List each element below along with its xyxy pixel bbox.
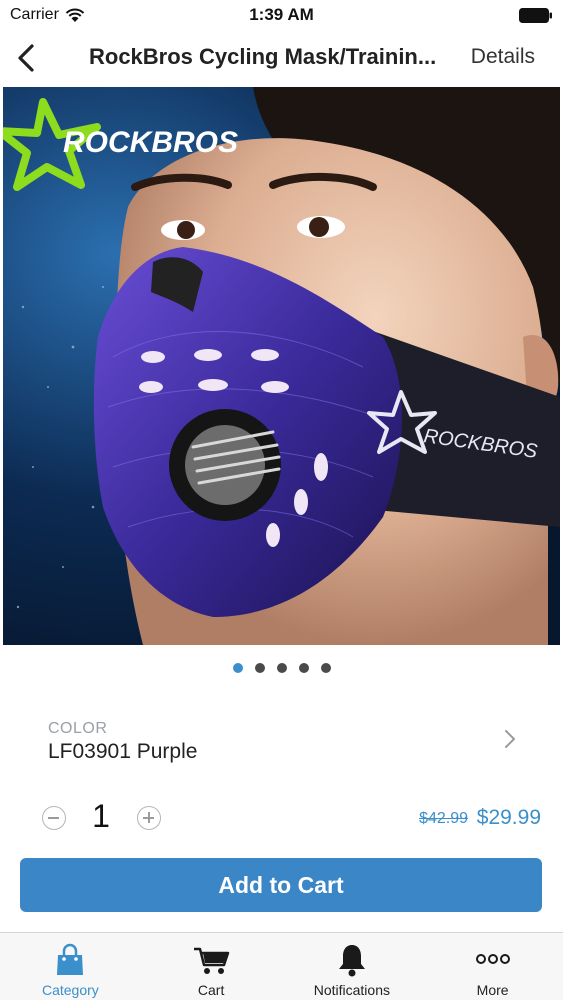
add-to-cart-button[interactable]: Add to Cart: [20, 858, 542, 912]
details-button[interactable]: Details: [471, 45, 535, 69]
more-icon: [475, 954, 510, 964]
navigation-bar: RockBros Cycling Mask/Trainin... Details: [0, 30, 563, 86]
tab-label: Notifications: [313, 982, 390, 998]
pager-dot[interactable]: [232, 663, 243, 673]
tab-label: Cart: [197, 982, 225, 998]
tab-category[interactable]: Category: [0, 933, 141, 1000]
page-title: RockBros Cycling Mask/Trainin...: [89, 44, 437, 69]
sale-price: $29.99: [476, 806, 541, 829]
tab-notifications[interactable]: Notifications: [282, 933, 423, 1000]
back-chevron-icon[interactable]: [14, 42, 38, 74]
tab-label: Category: [41, 982, 99, 998]
pager-dot[interactable]: [276, 663, 287, 673]
tab-bar: Category Cart Notifications More: [0, 932, 563, 1000]
cart-icon: [194, 947, 230, 974]
color-selector[interactable]: COLOR LF03901 Purple: [0, 712, 563, 772]
status-bar: Carrier 1:39 AM: [0, 0, 563, 30]
tab-cart[interactable]: Cart: [141, 933, 282, 1000]
color-label: COLOR: [48, 720, 108, 737]
color-value: LF03901 Purple: [48, 740, 198, 763]
image-pager[interactable]: [0, 663, 563, 673]
product-photo: ROCKBROS ROCKBROS: [3, 87, 560, 645]
bell-icon: [338, 945, 365, 977]
shopping-bag-icon: [57, 943, 84, 975]
quantity-value: 1: [92, 798, 110, 834]
decrease-quantity-button[interactable]: [42, 806, 66, 830]
pager-dot[interactable]: [298, 663, 309, 673]
pager-dot[interactable]: [254, 663, 265, 673]
increase-quantity-button[interactable]: [137, 806, 161, 830]
original-price: $42.99: [419, 810, 468, 827]
quantity-price-row: 1 $42.99 $29.99: [0, 790, 563, 846]
tab-more[interactable]: More: [422, 933, 563, 1000]
chevron-right-icon: [505, 730, 515, 748]
status-clock: 1:39 AM: [249, 5, 314, 24]
pager-dot[interactable]: [320, 663, 331, 673]
battery-icon: [519, 8, 552, 23]
tab-label: More: [476, 982, 509, 998]
product-image[interactable]: ROCKBROS ROCKBROS: [3, 87, 560, 645]
